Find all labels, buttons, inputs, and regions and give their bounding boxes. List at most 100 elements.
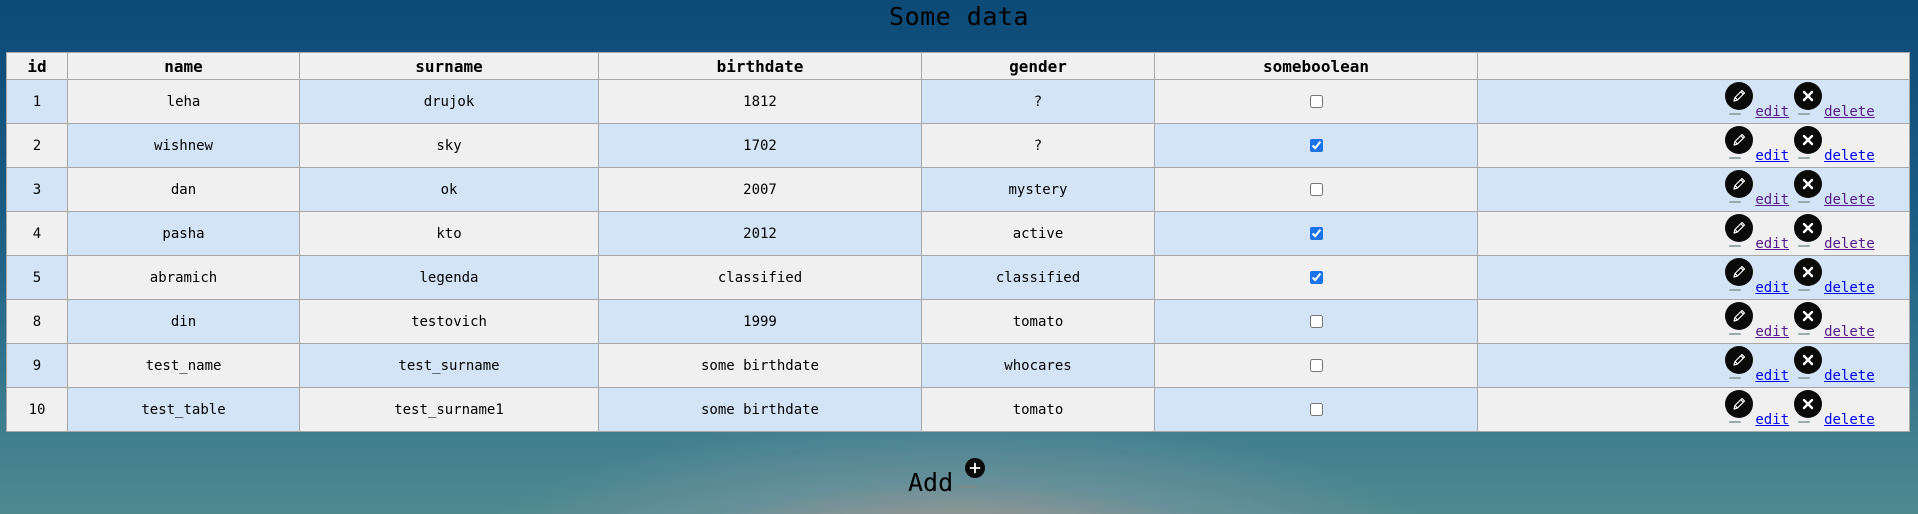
row-actions: edit delete [1725, 389, 1879, 428]
edit-link[interactable]: edit [1755, 324, 1789, 340]
delete-link[interactable]: delete [1824, 192, 1875, 208]
someboolean-checkbox[interactable] [1309, 95, 1323, 108]
edit-link[interactable]: edit [1755, 280, 1789, 296]
table-row: 1 leha drujok 1812? edit delete [6, 79, 1910, 124]
delete-action[interactable]: delete [1794, 169, 1875, 208]
delete-link[interactable]: delete [1824, 148, 1875, 164]
edit-link[interactable]: edit [1755, 192, 1789, 208]
cell-birthdate: 1812 [598, 79, 922, 124]
cell-id: 8 [6, 299, 68, 344]
column-header-gender[interactable]: gender [921, 52, 1155, 80]
row-actions: edit delete [1725, 345, 1879, 384]
table-row: 2 wishnew sky 1702? edit delete [6, 123, 1910, 168]
close-icon[interactable] [1794, 345, 1823, 379]
pencil-icon[interactable] [1725, 257, 1754, 291]
cell-id: 3 [6, 167, 68, 212]
cell-name: wishnew [67, 123, 300, 168]
edit-action[interactable]: edit [1725, 169, 1789, 208]
data-table: id name surname birthdate gender someboo… [6, 52, 1910, 432]
cell-gender: mystery [921, 167, 1155, 212]
table-row: 5 abramich legenda classified classified edit… [6, 255, 1910, 300]
cell-surname: testovich [299, 299, 599, 344]
someboolean-checkbox[interactable] [1309, 183, 1323, 196]
delete-link[interactable]: delete [1824, 324, 1875, 340]
cell-birthdate: 1702 [598, 123, 922, 168]
someboolean-checkbox[interactable] [1309, 359, 1323, 372]
column-header-name[interactable]: name [67, 52, 300, 80]
table-row: 4 pasha kto 2012 active edit delete [6, 211, 1910, 256]
pencil-icon[interactable] [1725, 169, 1754, 203]
page-title: Some data [889, 2, 1029, 31]
column-header-birthdate[interactable]: birthdate [598, 52, 922, 80]
cell-surname: kto [299, 211, 599, 256]
close-icon[interactable] [1794, 125, 1823, 159]
delete-link[interactable]: delete [1824, 104, 1875, 120]
cell-name: leha [67, 79, 300, 124]
close-icon[interactable] [1794, 301, 1823, 335]
row-actions: edit delete [1725, 125, 1879, 164]
someboolean-checkbox[interactable] [1309, 315, 1323, 328]
delete-link[interactable]: delete [1824, 412, 1875, 428]
close-icon[interactable] [1794, 389, 1823, 423]
column-header-id[interactable]: id [6, 52, 68, 80]
close-icon[interactable] [1794, 169, 1823, 203]
edit-link[interactable]: edit [1755, 236, 1789, 252]
row-actions: edit delete [1725, 81, 1879, 120]
delete-action[interactable]: delete [1794, 301, 1875, 340]
pencil-icon[interactable] [1725, 345, 1754, 379]
edit-link[interactable]: edit [1755, 412, 1789, 428]
edit-link[interactable]: edit [1755, 368, 1789, 384]
column-header-someboolean[interactable]: someboolean [1154, 52, 1478, 80]
table-row: 3 dan ok 2007 mystery edit delete [6, 167, 1910, 212]
edit-action[interactable]: edit [1725, 81, 1789, 120]
cell-actions: edit delete [1477, 387, 1910, 432]
close-icon[interactable] [1794, 213, 1823, 247]
cell-surname: drujok [299, 79, 599, 124]
edit-action[interactable]: edit [1725, 257, 1789, 296]
cell-id: 4 [6, 211, 68, 256]
add-control[interactable]: Add [908, 456, 986, 497]
cell-surname: sky [299, 123, 599, 168]
add-label[interactable]: Add [908, 468, 953, 497]
table-row: 9 test_name test_surname some birthdate whoc… [6, 343, 1910, 388]
someboolean-checkbox[interactable] [1309, 227, 1323, 240]
edit-action[interactable]: edit [1725, 301, 1789, 340]
table-row: 10 test_table test_surname1 some birthdate t… [6, 387, 1910, 432]
edit-action[interactable]: edit [1725, 125, 1789, 164]
pencil-icon[interactable] [1725, 125, 1754, 159]
cell-actions: edit delete [1477, 255, 1910, 300]
delete-action[interactable]: delete [1794, 213, 1875, 252]
delete-action[interactable]: delete [1794, 389, 1875, 428]
pencil-icon[interactable] [1725, 389, 1754, 423]
plus-icon[interactable] [959, 458, 986, 488]
cell-actions: edit delete [1477, 79, 1910, 124]
cell-gender: classified [921, 255, 1155, 300]
column-header-actions [1477, 52, 1910, 80]
edit-link[interactable]: edit [1755, 104, 1789, 120]
cell-gender: ? [921, 79, 1155, 124]
delete-action[interactable]: delete [1794, 345, 1875, 384]
delete-link[interactable]: delete [1824, 236, 1875, 252]
delete-link[interactable]: delete [1824, 368, 1875, 384]
edit-action[interactable]: edit [1725, 345, 1789, 384]
close-icon[interactable] [1794, 257, 1823, 291]
edit-action[interactable]: edit [1725, 389, 1789, 428]
cell-gender: active [921, 211, 1155, 256]
delete-link[interactable]: delete [1824, 280, 1875, 296]
cell-name: abramich [67, 255, 300, 300]
edit-action[interactable]: edit [1725, 213, 1789, 252]
delete-action[interactable]: delete [1794, 257, 1875, 296]
pencil-icon[interactable] [1725, 301, 1754, 335]
pencil-icon[interactable] [1725, 81, 1754, 115]
pencil-icon[interactable] [1725, 213, 1754, 247]
delete-action[interactable]: delete [1794, 125, 1875, 164]
cell-birthdate: classified [598, 255, 922, 300]
delete-action[interactable]: delete [1794, 81, 1875, 120]
someboolean-checkbox[interactable] [1309, 139, 1323, 152]
edit-link[interactable]: edit [1755, 148, 1789, 164]
cell-gender: ? [921, 123, 1155, 168]
close-icon[interactable] [1794, 81, 1823, 115]
column-header-surname[interactable]: surname [299, 52, 599, 80]
someboolean-checkbox[interactable] [1309, 403, 1323, 416]
someboolean-checkbox[interactable] [1309, 271, 1323, 284]
